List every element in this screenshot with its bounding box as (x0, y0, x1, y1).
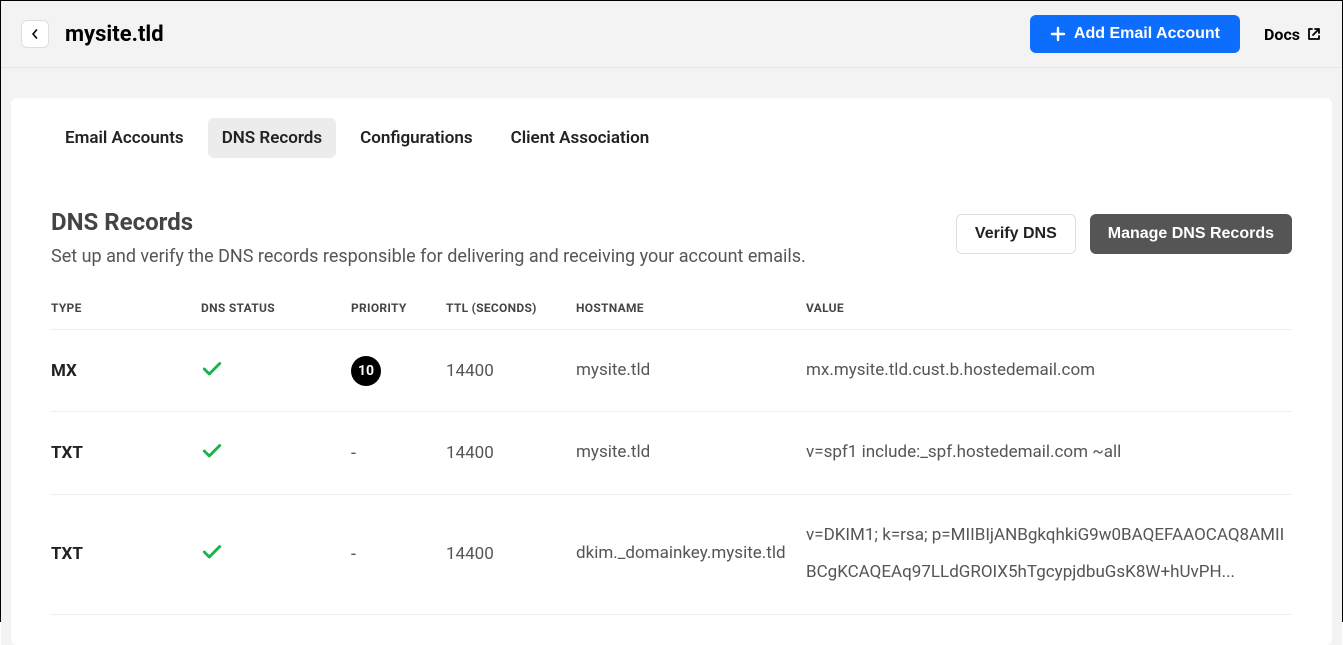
verify-dns-button[interactable]: Verify DNS (956, 214, 1076, 254)
hostname-cell: mysite.tld (576, 352, 806, 389)
tab-client-association[interactable]: Client Association (497, 118, 664, 158)
table-row: MX 10 14400 mysite.tld mx.mysite.tld.cus… (51, 330, 1292, 412)
chevron-left-icon (30, 29, 40, 39)
top-bar: mysite.tld Add Email Account Docs (1, 1, 1342, 68)
section-title: DNS Records (51, 208, 806, 236)
add-email-account-button[interactable]: Add Email Account (1030, 15, 1240, 53)
priority-badge: 10 (351, 356, 381, 386)
hostname-cell: dkim._domainkey.mysite.tld (576, 535, 806, 572)
col-value: VALUE (806, 301, 1292, 315)
col-hostname: HOSTNAME (576, 301, 806, 315)
section-header: DNS Records Set up and verify the DNS re… (51, 208, 1292, 267)
back-button[interactable] (21, 20, 49, 48)
priority-cell: - (351, 544, 446, 565)
value-cell: v=DKIM1; k=rsa; p=MIIBIjANBgkqhkiG9w0BAQ… (806, 517, 1292, 592)
ttl-cell: 14400 (446, 544, 576, 564)
col-ttl: TTL (SECONDS) (446, 301, 576, 315)
priority-cell: 10 (351, 356, 446, 386)
check-icon (201, 358, 223, 380)
hostname-cell: mysite.tld (576, 434, 806, 471)
check-icon (201, 541, 223, 563)
type-cell: TXT (51, 443, 201, 463)
type-cell: TXT (51, 544, 201, 564)
content-wrap: Email Accounts DNS Records Configuration… (1, 68, 1342, 645)
status-cell (201, 440, 351, 466)
docs-link[interactable]: Docs (1264, 25, 1322, 44)
table-row: TXT - 14400 mysite.tld v=spf1 include:_s… (51, 412, 1292, 494)
tab-email-accounts[interactable]: Email Accounts (51, 118, 198, 158)
priority-cell: - (351, 443, 446, 464)
tab-configurations[interactable]: Configurations (346, 118, 487, 158)
value-cell: mx.mysite.tld.cust.b.hostedemail.com (806, 352, 1292, 389)
page-title: mysite.tld (65, 22, 164, 47)
check-icon (201, 440, 223, 462)
tabs: Email Accounts DNS Records Configuration… (51, 98, 1292, 158)
col-type: TYPE (51, 301, 201, 315)
docs-label: Docs (1264, 25, 1300, 44)
section-text: DNS Records Set up and verify the DNS re… (51, 208, 806, 267)
table-row: TXT - 14400 dkim._domainkey.mysite.tld v… (51, 495, 1292, 615)
ttl-cell: 14400 (446, 443, 576, 463)
table-header: TYPE DNS STATUS PRIORITY TTL (SECONDS) H… (51, 301, 1292, 330)
manage-dns-records-button[interactable]: Manage DNS Records (1090, 214, 1292, 254)
tab-dns-records[interactable]: DNS Records (208, 118, 336, 158)
external-link-icon (1306, 26, 1322, 42)
status-cell (201, 541, 351, 567)
section-description: Set up and verify the DNS records respon… (51, 246, 806, 267)
section-actions: Verify DNS Manage DNS Records (956, 214, 1292, 254)
top-bar-left: mysite.tld (21, 20, 164, 48)
status-cell (201, 358, 351, 384)
ttl-cell: 14400 (446, 361, 576, 381)
card: Email Accounts DNS Records Configuration… (11, 98, 1332, 645)
dns-table: TYPE DNS STATUS PRIORITY TTL (SECONDS) H… (51, 301, 1292, 615)
col-status: DNS STATUS (201, 301, 351, 315)
add-email-account-label: Add Email Account (1074, 25, 1220, 43)
type-cell: MX (51, 361, 201, 381)
top-bar-right: Add Email Account Docs (1030, 15, 1322, 53)
col-priority: PRIORITY (351, 301, 446, 315)
value-cell: v=spf1 include:_spf.hostedemail.com ~all (806, 434, 1292, 471)
plus-icon (1050, 26, 1066, 42)
